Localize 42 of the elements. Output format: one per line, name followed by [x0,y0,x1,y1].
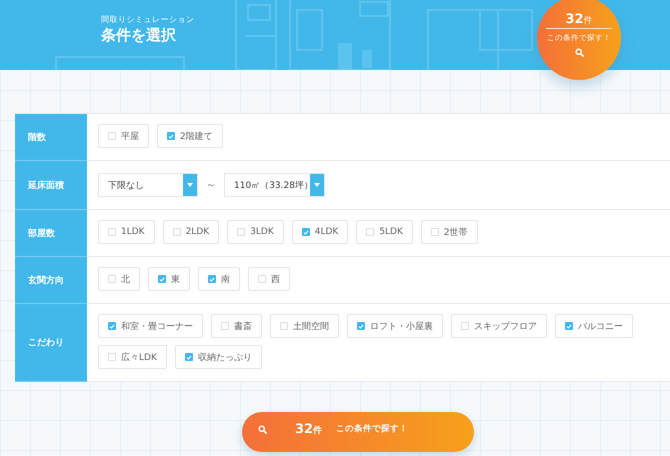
checkbox-option[interactable]: 南 [198,267,240,291]
checkbox-option[interactable]: 収納たっぷり [174,345,262,369]
checkbox[interactable] [302,228,310,236]
checkbox[interactable] [184,353,193,361]
checkbox[interactable] [167,132,175,140]
checkbox-option[interactable]: 4LDK [292,220,348,244]
caret-icon [187,183,193,187]
dropdown[interactable]: 下限なし [98,173,198,197]
row-label: 階数 [15,114,87,161]
search-icon [258,424,267,434]
checkbox-option[interactable]: 北 [98,267,140,291]
checkbox-option[interactable]: 2LDK [162,220,220,244]
row-label: こだわり [15,304,87,382]
checkbox-option[interactable]: 3LDK [227,220,284,244]
range-separator: ～ [206,179,216,192]
header-title: 条件を選択 [101,26,177,45]
checkbox-option[interactable]: 東 [148,267,190,291]
checkbox-option[interactable]: 2階建て [157,124,223,148]
checkbox[interactable] [357,322,365,330]
checkbox-option[interactable]: 2世帯 [420,220,478,244]
checkbox[interactable] [158,275,166,283]
row-label: 玄関方向 [15,257,87,304]
checkbox-option[interactable]: 和室・畳コーナー [98,314,203,338]
header-subtitle: 間取りシミュレーション [101,14,194,25]
row-label: 部屋数 [15,210,87,257]
row-label: 延床面積 [15,161,87,210]
checkbox-option[interactable]: スキップフロア [451,314,547,338]
checkbox-option[interactable]: 書斎 [211,314,262,338]
caret-icon [314,183,320,187]
checkbox-option[interactable]: 1LDK [98,220,155,244]
checkbox[interactable] [108,322,116,330]
checkbox-option[interactable]: 広々LDK [98,345,167,369]
checkbox-option[interactable]: バルコニー [555,314,633,338]
checkbox-option[interactable]: 西 [248,267,290,291]
checkbox-option[interactable]: ロフト・小屋裏 [347,314,443,338]
checkbox-option[interactable]: 土間空間 [270,314,339,338]
checkbox-option[interactable]: 5LDK [356,220,413,244]
checkbox-option[interactable]: 平屋 [98,124,149,148]
search-icon [574,48,584,57]
checkbox[interactable] [208,275,216,283]
checkbox[interactable] [565,322,573,330]
dropdown[interactable]: 110㎡（33.28坪） [224,173,325,197]
